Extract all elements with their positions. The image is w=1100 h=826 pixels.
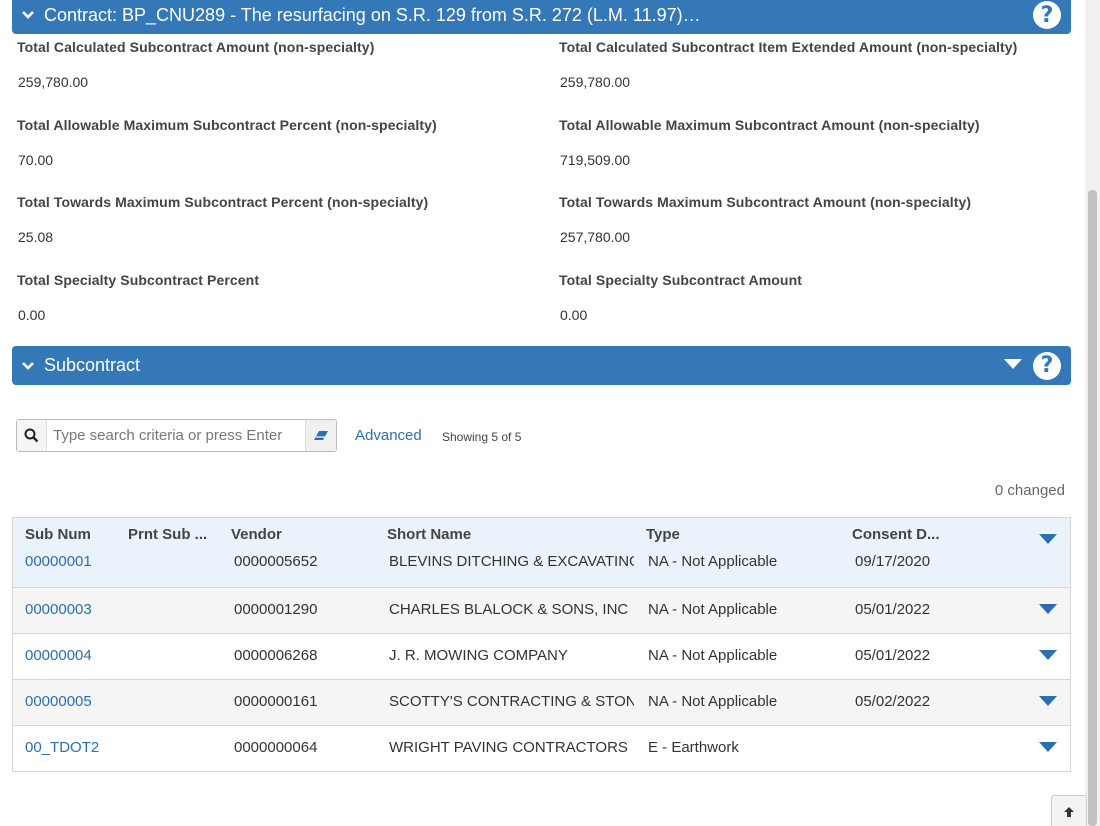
help-icon[interactable]: ? [1033,1,1061,29]
search-icon[interactable] [17,420,47,451]
field-specialty-amount: Total Specialty Subcontract Amount 0.00 [559,272,1089,323]
field-specialty-percent: Total Specialty Subcontract Percent 0.00 [17,272,547,323]
row-expand-caret-icon[interactable] [1038,602,1058,620]
table-row[interactable]: 00000004 0000006268 J. R. MOWING COMPANY… [13,633,1070,679]
subcontract-grid: Sub Num Prnt Sub ... Vendor Short Name T… [12,517,1071,772]
type-cell: NA - Not Applicable [648,693,778,710]
column-header-consent-date[interactable]: Consent D... [852,526,940,543]
field-total-calc-amount: Total Calculated Subcontract Amount (non… [17,39,547,90]
consent-date-cell: 05/01/2022 [855,601,931,618]
field-value: 0.00 [560,307,588,323]
short-name-cell: WRIGHT PAVING CONTRACTORS [389,739,628,756]
contract-panel-header[interactable]: Contract: BP_CNU289 - The resurfacing on… [12,0,1071,34]
field-label: Total Specialty Subcontract Amount [559,272,802,288]
table-row[interactable]: 00000005 0000000161 SCOTTY'S CONTRACTING… [13,679,1070,725]
consent-date-cell: 09/17/2020 [855,553,931,570]
grid-menu-caret-icon[interactable] [1038,532,1058,550]
type-cell: NA - Not Applicable [648,601,778,618]
field-value: 257,780.00 [560,229,631,245]
vendor-cell: 0000000161 [234,693,318,710]
advanced-search-link[interactable]: Advanced [355,427,422,444]
vendor-cell: 0000000064 [234,739,318,756]
field-value: 259,780.00 [18,74,89,90]
table-row[interactable]: 00_TDOT2 0000000064 WRIGHT PAVING CONTRA… [13,725,1070,771]
field-towards-percent: Total Towards Maximum Subcontract Percen… [17,194,547,245]
page-scrollbar[interactable] [1085,0,1100,826]
field-max-amount: Total Allowable Maximum Subcontract Amou… [559,117,1089,168]
field-total-calc-item: Total Calculated Subcontract Item Extend… [559,39,1089,90]
vendor-cell: 0000005652 [234,553,318,570]
subcontract-panel-header[interactable]: Subcontract ? [12,346,1071,385]
field-towards-amount: Total Towards Maximum Subcontract Amount… [559,194,1089,245]
field-label: Total Towards Maximum Subcontract Percen… [17,194,429,210]
eraser-icon[interactable] [305,420,336,451]
column-header-type[interactable]: Type [646,526,680,543]
sub-num-link[interactable]: 00000001 [25,553,92,570]
column-header-vendor[interactable]: Vendor [231,526,282,543]
type-cell: E - Earthwork [648,739,739,756]
type-cell: NA - Not Applicable [648,553,778,570]
sub-num-link[interactable]: 00_TDOT2 [25,739,99,756]
vendor-cell: 0000006268 [234,647,318,664]
consent-date-cell: 05/01/2022 [855,647,931,664]
row-expand-caret-icon[interactable] [1038,694,1058,712]
field-value: 0.00 [18,307,46,323]
field-label: Total Allowable Maximum Subcontract Amou… [559,117,980,133]
sub-num-link[interactable]: 00000003 [25,601,92,618]
short-name-cell: SCOTTY'S CONTRACTING & STONE [389,693,634,710]
field-label: Total Allowable Maximum Subcontract Perc… [17,117,437,133]
sub-num-link[interactable]: 00000005 [25,693,92,710]
help-icon[interactable]: ? [1033,351,1061,380]
short-name-cell: CHARLES BLALOCK & SONS, INC [389,601,629,618]
scrollbar-thumb[interactable] [1088,190,1097,826]
panel-menu-caret-icon[interactable] [1003,357,1023,375]
search-box [16,419,337,452]
search-input[interactable] [47,420,305,451]
short-name-cell: J. R. MOWING COMPANY [389,647,568,664]
sub-num-link[interactable]: 00000004 [25,647,92,664]
table-row[interactable]: 00000001 0000005652 BLEVINS DITCHING & E… [13,550,1070,587]
field-label: Total Towards Maximum Subcontract Amount… [559,194,972,210]
field-label: Total Calculated Subcontract Item Extend… [559,39,1018,55]
field-label: Total Calculated Subcontract Amount (non… [17,39,375,55]
contract-panel-title: Contract: BP_CNU289 - The resurfacing on… [44,4,701,25]
field-value: 70.00 [18,152,54,168]
vendor-cell: 0000001290 [234,601,318,618]
row-expand-caret-icon[interactable] [1038,740,1058,758]
row-expand-caret-icon[interactable] [1038,648,1058,666]
column-header-prnt-sub[interactable]: Prnt Sub ... [128,526,207,543]
type-cell: NA - Not Applicable [648,647,778,664]
column-header-sub-num[interactable]: Sub Num [25,526,91,543]
consent-date-cell: 05/02/2022 [855,693,931,710]
subcontract-panel-title: Subcontract [44,355,141,375]
chevron-down-icon[interactable] [12,361,44,371]
changed-count: 0 changed [994,482,1065,499]
field-value: 25.08 [18,229,54,245]
short-name-cell: BLEVINS DITCHING & EXCAVATING [389,553,634,570]
column-header-short-name[interactable]: Short Name [387,526,471,543]
table-row[interactable]: 00000003 0000001290 CHARLES BLALOCK & SO… [13,587,1070,633]
field-value: 259,780.00 [560,74,631,90]
record-count: Showing 5 of 5 [442,430,522,444]
field-value: 719,509.00 [560,152,631,168]
field-max-percent: Total Allowable Maximum Subcontract Perc… [17,117,547,168]
grid-header: Sub Num Prnt Sub ... Vendor Short Name T… [13,518,1070,550]
scroll-to-top-button[interactable] [1051,795,1087,826]
arrow-up-icon [1064,807,1074,817]
chevron-down-icon[interactable] [12,10,44,20]
field-label: Total Specialty Subcontract Percent [17,272,260,288]
